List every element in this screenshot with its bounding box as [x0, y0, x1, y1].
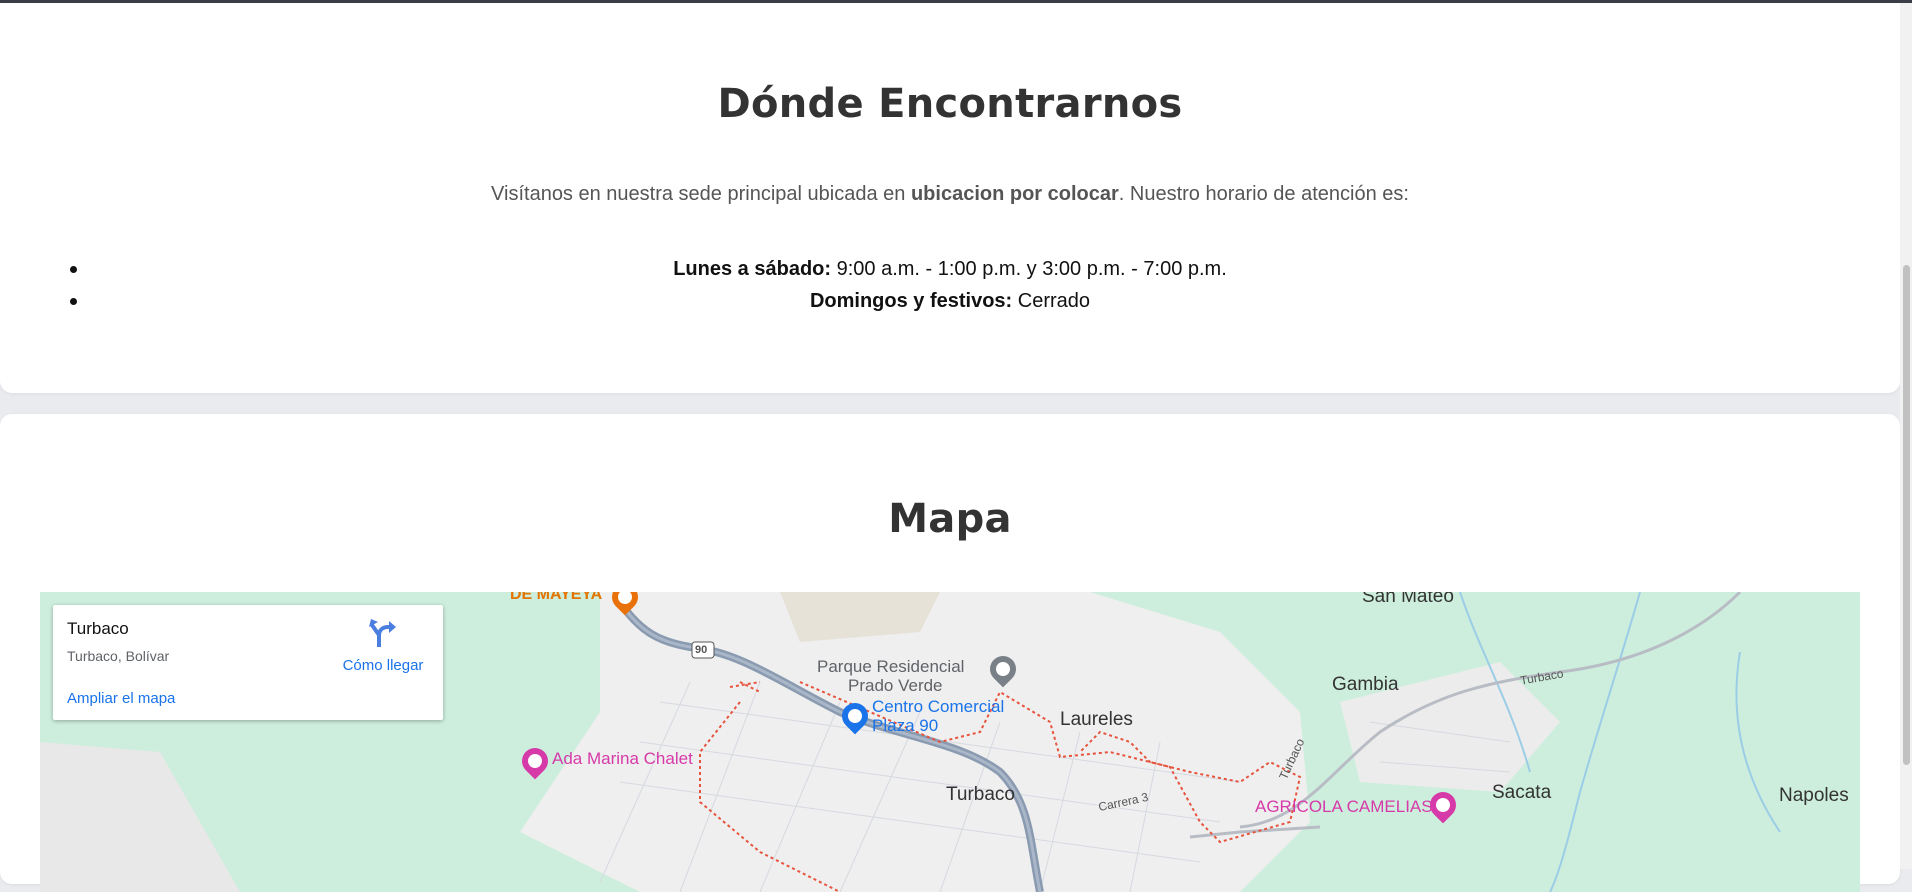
intro-location: ubicacion por colocar	[910, 183, 1119, 205]
map-label-ada-marina: Ada Marina Chalet	[552, 749, 693, 768]
place-region: Turbaco, Bolívar	[67, 648, 170, 664]
list-bullet	[70, 298, 77, 305]
hours-item-weekdays: Lunes a sábado: 9:00 a.m. - 1:00 p.m. y …	[0, 253, 1900, 285]
enlarge-map-link[interactable]: Ampliar el mapa	[67, 690, 175, 707]
hours-label: Lunes a sábado:	[673, 258, 832, 280]
map-label-agricola: AGRICOLA CAMELIAS	[1255, 797, 1433, 816]
map-label-turbaco-town: Turbaco	[946, 784, 1015, 805]
map-label-cc-2: Plaza 90	[872, 716, 939, 735]
list-bullet	[70, 266, 77, 273]
hours-item-sundays: Domingos y festivos: Cerrado	[0, 285, 1900, 317]
map-label-cc-1: Centro Comercial	[872, 697, 1005, 716]
directions-label: Cómo llegar	[342, 657, 424, 674]
map-label-mayeya: DE MAYEYA	[510, 592, 603, 603]
map-label-san-mateo: San Mateo	[1362, 592, 1454, 607]
scrollbar-thumb[interactable]	[1903, 265, 1910, 765]
map-title: Mapa	[888, 496, 1012, 542]
hours-list: Lunes a sábado: 9:00 a.m. - 1:00 p.m. y …	[0, 253, 1900, 317]
map-label-sacata: Sacata	[1492, 782, 1552, 803]
map-label-parque-1: Parque Residencial	[817, 657, 965, 676]
embedded-map[interactable]: DE MAYEYA 90 San Mateo Parque Residencia…	[40, 592, 1860, 892]
contact-section: Dónde Encontrarnos Visítanos en nuestra …	[0, 3, 1900, 393]
intro-text-after: . Nuestro horario de atención es:	[1118, 183, 1409, 205]
directions-button[interactable]: Cómo llegar	[333, 615, 433, 675]
hours-value: Cerrado	[1012, 290, 1091, 312]
contact-title: Dónde Encontrarnos	[717, 81, 1183, 127]
hours-value: 9:00 a.m. - 1:00 p.m. y 3:00 p.m. - 7:00…	[831, 258, 1227, 280]
intro-text-before: Visítanos en nuestra sede principal ubic…	[491, 183, 911, 205]
hours-label: Domingos y festivos:	[809, 290, 1013, 312]
directions-icon	[369, 619, 396, 647]
contact-intro: Visítanos en nuestra sede principal ubic…	[0, 183, 1900, 206]
map-label-laureles: Laureles	[1060, 709, 1133, 730]
map-label-route-90: 90	[695, 644, 708, 656]
map-info-card: Turbaco Turbaco, Bolívar Ampliar el mapa…	[53, 605, 443, 720]
place-name: Turbaco	[67, 619, 129, 638]
map-label-napoles: Napoles	[1779, 785, 1849, 806]
map-section: Mapa DE MAYEYA 90 San Mateo Parque Resid…	[0, 414, 1900, 892]
map-label-parque-2: Prado Verde	[848, 676, 943, 695]
map-label-gambia: Gambia	[1332, 674, 1399, 695]
